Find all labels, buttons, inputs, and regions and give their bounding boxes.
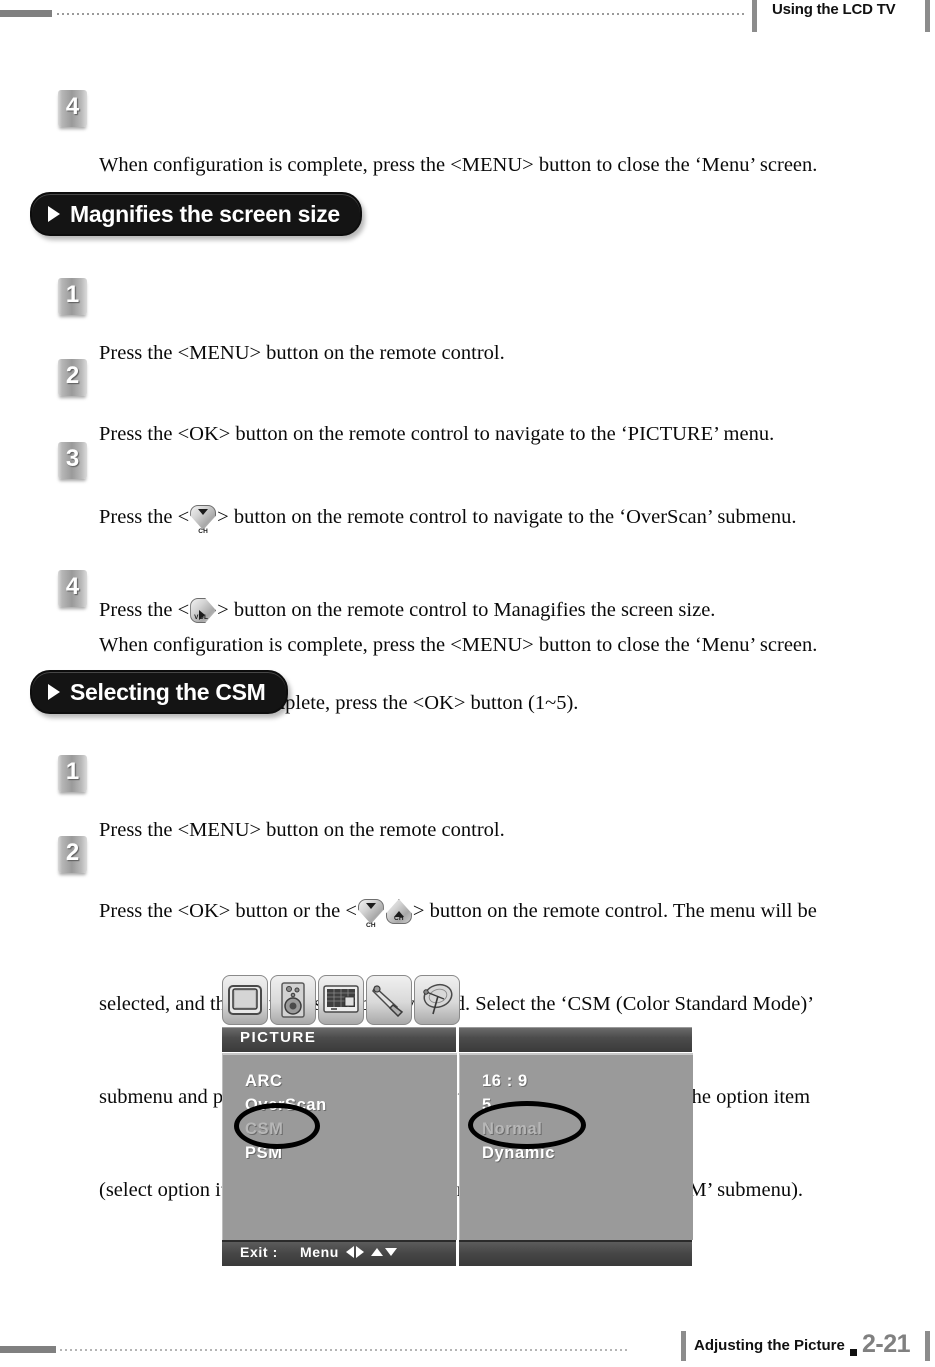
footer-square-bullet-icon bbox=[850, 1349, 857, 1356]
triangle-bullet-icon bbox=[48, 206, 60, 222]
section-title: Selecting the CSM bbox=[70, 678, 266, 705]
osd-tab-setup[interactable] bbox=[366, 975, 412, 1025]
footer-rule-left bbox=[681, 1331, 686, 1361]
footer-accent-bar bbox=[0, 1346, 56, 1353]
osd-tab-picture[interactable] bbox=[222, 975, 268, 1025]
osd-row-value-arc[interactable]: 16 : 9 bbox=[482, 1072, 528, 1091]
tv-icon bbox=[228, 984, 262, 1016]
step-line: Press the < CH > button on the remote cont… bbox=[99, 505, 797, 535]
ch-up-key-icon: CH bbox=[385, 899, 412, 924]
osd-row-label-arc[interactable]: ARC bbox=[245, 1072, 283, 1091]
osd-menu-label: Menu bbox=[300, 1244, 339, 1260]
arrow-down-icon bbox=[385, 1248, 397, 1256]
osd-tab-channel[interactable] bbox=[414, 975, 460, 1025]
osd-tab-sound[interactable] bbox=[270, 975, 316, 1025]
footer-section-title: Adjusting the Picture bbox=[694, 1337, 845, 1354]
triangle-bullet-icon bbox=[48, 684, 60, 700]
ch-down-key-icon: CH bbox=[357, 899, 384, 929]
osd-bottom-bar-left: Exit : Menu bbox=[222, 1240, 456, 1266]
osd-exit-label: Exit : bbox=[240, 1244, 278, 1260]
header-rule-left bbox=[752, 0, 757, 32]
header-accent-bar bbox=[0, 10, 52, 17]
footer-rule-right bbox=[925, 1331, 930, 1361]
osd-tab-strip bbox=[222, 975, 460, 1025]
osd-row-value-overscan[interactable]: 5 bbox=[482, 1096, 492, 1115]
osd-nav-arrows bbox=[346, 1246, 397, 1258]
step-line: When configuration is complete, press th… bbox=[99, 634, 818, 656]
section-heading-magnifies: Magnifies the screen size bbox=[30, 192, 362, 236]
step-number-badge: 4 bbox=[58, 570, 87, 607]
osd-tab-screen[interactable] bbox=[318, 975, 364, 1025]
footer-page-number: 2-21 bbox=[862, 1330, 911, 1358]
step-number-badge: 1 bbox=[58, 278, 87, 315]
step-line: When configuration is complete, press th… bbox=[99, 154, 818, 176]
step-number-badge: 2 bbox=[58, 836, 87, 873]
page-footer: Adjusting the Picture 2-21 bbox=[0, 1321, 935, 1367]
step-number-badge: 3 bbox=[58, 442, 87, 479]
osd-row-label-overscan[interactable]: OverScan bbox=[245, 1096, 327, 1115]
tool-icon bbox=[371, 983, 407, 1017]
speaker-icon bbox=[278, 981, 308, 1019]
screen-icon bbox=[323, 985, 359, 1015]
osd-labels-panel: ARC OverScan CSM PSM bbox=[222, 1053, 457, 1240]
header-rule-right bbox=[925, 0, 930, 32]
page-header: Using the LCD TV bbox=[0, 0, 935, 36]
step-number-badge: 2 bbox=[58, 359, 87, 396]
ch-down-key-icon: CH bbox=[190, 505, 217, 535]
osd-menu-title: PICTURE bbox=[240, 1029, 317, 1046]
osd-title-bar: PICTURE bbox=[222, 1027, 692, 1052]
arrow-left-icon bbox=[346, 1246, 354, 1258]
osd-row-label-psm[interactable]: PSM bbox=[245, 1144, 283, 1163]
osd-bottom-bar-right bbox=[459, 1240, 692, 1266]
arrow-up-icon bbox=[371, 1248, 383, 1256]
arrow-right-icon bbox=[356, 1246, 364, 1258]
step-number-badge: 1 bbox=[58, 755, 87, 792]
osd-values-panel: 16 : 9 5 Normal Dynamic bbox=[459, 1053, 693, 1240]
step-line: Press the <OK> button or the < CH CH > butt… bbox=[99, 899, 817, 929]
footer-dotted-rule bbox=[60, 1349, 630, 1351]
satellite-dish-icon bbox=[418, 983, 456, 1017]
header-title: Using the LCD TV bbox=[772, 1, 896, 18]
section-heading-csm: Selecting the CSM bbox=[30, 670, 288, 714]
osd-title-bar-right bbox=[459, 1027, 692, 1052]
osd-row-label-csm[interactable]: CSM bbox=[245, 1120, 283, 1139]
step-number-badge: 4 bbox=[58, 90, 87, 127]
osd-row-value-psm[interactable]: Dynamic bbox=[482, 1144, 555, 1163]
osd-row-value-csm[interactable]: Normal bbox=[482, 1120, 542, 1139]
header-dotted-rule bbox=[57, 13, 747, 15]
osd-screenshot: PICTURE ARC OverScan CSM PSM 16 : 9 5 No… bbox=[222, 975, 693, 1285]
section-title: Magnifies the screen size bbox=[70, 200, 340, 227]
